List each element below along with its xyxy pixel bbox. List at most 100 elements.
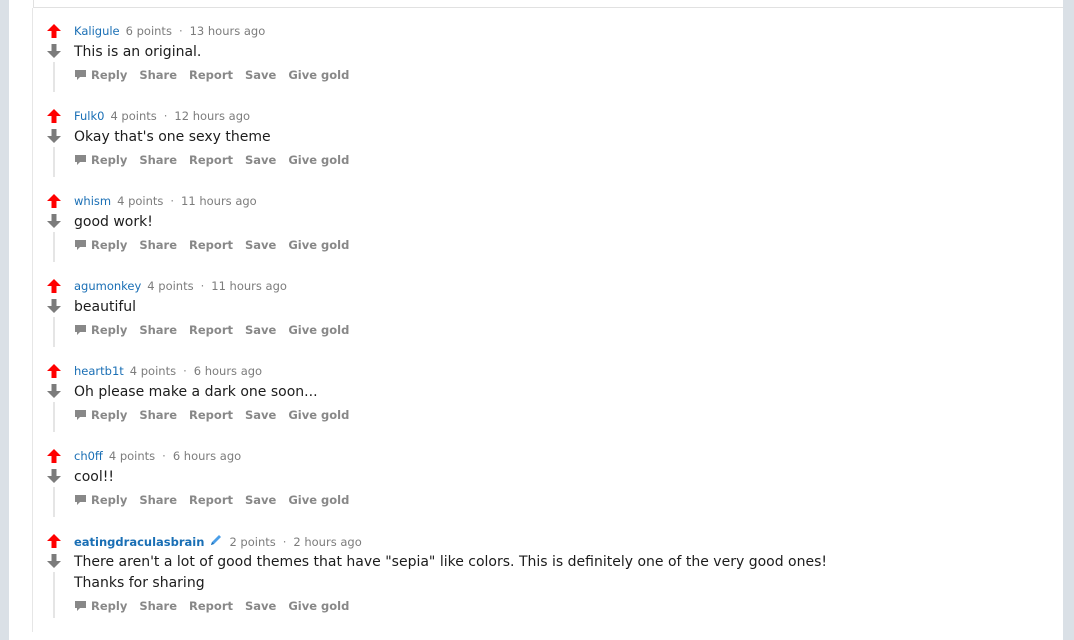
comment-actions: Reply Share Report Save Give gold xyxy=(74,237,361,253)
comment-body: There aren't a lot of good themes that h… xyxy=(74,554,828,591)
give-gold-button[interactable]: Give gold xyxy=(288,408,349,422)
timestamp[interactable]: 12 hours ago xyxy=(174,109,250,123)
downvote-icon[interactable] xyxy=(45,297,63,315)
reply-button[interactable]: Reply xyxy=(91,153,127,167)
report-button[interactable]: Report xyxy=(189,408,233,422)
report-button[interactable]: Report xyxy=(189,68,233,82)
thread-line[interactable] xyxy=(53,232,55,262)
score: 4 points xyxy=(117,194,164,208)
thread-line[interactable] xyxy=(53,147,55,177)
timestamp[interactable]: 6 hours ago xyxy=(173,449,241,463)
author-link[interactable]: ch0ff xyxy=(74,449,103,463)
share-button[interactable]: Share xyxy=(139,493,177,507)
share-button[interactable]: Share xyxy=(139,238,177,252)
share-button[interactable]: Share xyxy=(139,323,177,337)
thread-line[interactable] xyxy=(53,572,55,618)
vote-buttons xyxy=(45,22,63,60)
give-gold-button[interactable]: Give gold xyxy=(288,323,349,337)
reply-button[interactable]: Reply xyxy=(91,68,127,82)
save-button[interactable]: Save xyxy=(245,68,276,82)
thread-line[interactable] xyxy=(53,317,55,347)
comment-header: Fulk0 4 points · 12 hours ago xyxy=(74,108,250,124)
comment-header: eatingdraculasbrain 2 points · 2 hours ago xyxy=(74,533,362,550)
downvote-icon[interactable] xyxy=(45,127,63,145)
save-button[interactable]: Save xyxy=(245,408,276,422)
save-button[interactable]: Save xyxy=(245,493,276,507)
downvote-icon[interactable] xyxy=(45,467,63,485)
report-button[interactable]: Report xyxy=(189,153,233,167)
upvote-icon[interactable] xyxy=(45,532,63,550)
share-button[interactable]: Share xyxy=(139,408,177,422)
give-gold-button[interactable]: Give gold xyxy=(288,153,349,167)
timestamp[interactable]: 11 hours ago xyxy=(181,194,257,208)
timestamp[interactable]: 6 hours ago xyxy=(194,364,262,378)
thread-line[interactable] xyxy=(53,402,55,432)
save-button[interactable]: Save xyxy=(245,599,276,613)
reply-icon xyxy=(75,155,86,165)
reply-icon xyxy=(75,325,86,335)
score: 2 points xyxy=(229,535,276,549)
report-button[interactable]: Report xyxy=(189,323,233,337)
reply-button[interactable]: Reply xyxy=(91,493,127,507)
give-gold-button[interactable]: Give gold xyxy=(288,599,349,613)
share-button[interactable]: Share xyxy=(139,153,177,167)
comment-body: cool!! xyxy=(74,469,114,485)
vote-buttons xyxy=(45,277,63,315)
author-link[interactable]: whism xyxy=(74,194,111,208)
upvote-icon[interactable] xyxy=(45,22,63,40)
separator: · xyxy=(200,279,205,293)
comment-body: good work! xyxy=(74,214,153,230)
report-button[interactable]: Report xyxy=(189,238,233,252)
timestamp[interactable]: 13 hours ago xyxy=(190,24,266,38)
downvote-icon[interactable] xyxy=(45,212,63,230)
report-button[interactable]: Report xyxy=(189,599,233,613)
upvote-icon[interactable] xyxy=(45,277,63,295)
comment-header: ch0ff 4 points · 6 hours ago xyxy=(74,448,241,464)
comment-body: Okay that's one sexy theme xyxy=(74,129,271,145)
give-gold-button[interactable]: Give gold xyxy=(288,68,349,82)
vote-buttons xyxy=(45,107,63,145)
vote-buttons xyxy=(45,532,63,570)
author-link[interactable]: eatingdraculasbrain xyxy=(74,535,204,549)
downvote-icon[interactable] xyxy=(45,42,63,60)
give-gold-button[interactable]: Give gold xyxy=(288,238,349,252)
separator: · xyxy=(183,364,187,378)
give-gold-button[interactable]: Give gold xyxy=(288,493,349,507)
save-button[interactable]: Save xyxy=(245,323,276,337)
upvote-icon[interactable] xyxy=(45,107,63,125)
upvote-icon[interactable] xyxy=(45,447,63,465)
vote-buttons xyxy=(45,192,63,230)
upvote-icon[interactable] xyxy=(45,362,63,380)
score: 4 points xyxy=(129,364,177,378)
reply-button[interactable]: Reply xyxy=(91,599,127,613)
comment-actions: Reply Share Report Save Give gold xyxy=(74,598,361,614)
report-button[interactable]: Report xyxy=(189,493,233,507)
timestamp[interactable]: 11 hours ago xyxy=(211,279,287,293)
score: 4 points xyxy=(147,279,194,293)
upvote-icon[interactable] xyxy=(45,192,63,210)
comment-body: beautiful xyxy=(74,299,137,315)
reply-button[interactable]: Reply xyxy=(91,323,127,337)
save-button[interactable]: Save xyxy=(245,153,276,167)
reply-icon xyxy=(75,495,86,505)
separator: · xyxy=(162,449,166,463)
comment-body: This is an original. xyxy=(74,44,202,60)
author-link[interactable]: heartb1t xyxy=(74,364,124,378)
thread-line[interactable] xyxy=(53,487,55,517)
comment-actions: Reply Share Report Save Give gold xyxy=(74,322,361,338)
score: 6 points xyxy=(125,24,172,38)
reply-icon xyxy=(75,410,86,420)
downvote-icon[interactable] xyxy=(45,382,63,400)
reply-button[interactable]: Reply xyxy=(91,238,127,252)
author-link[interactable]: Kaligule xyxy=(74,24,120,38)
comment-body: Oh please make a dark one soon... xyxy=(74,384,318,400)
share-button[interactable]: Share xyxy=(139,68,177,82)
author-link[interactable]: agumonkey xyxy=(74,279,141,293)
share-button[interactable]: Share xyxy=(139,599,177,613)
save-button[interactable]: Save xyxy=(245,238,276,252)
thread-line[interactable] xyxy=(53,62,55,92)
downvote-icon[interactable] xyxy=(45,552,63,570)
author-link[interactable]: Fulk0 xyxy=(74,109,104,123)
timestamp[interactable]: 2 hours ago xyxy=(293,535,361,549)
reply-button[interactable]: Reply xyxy=(91,408,127,422)
